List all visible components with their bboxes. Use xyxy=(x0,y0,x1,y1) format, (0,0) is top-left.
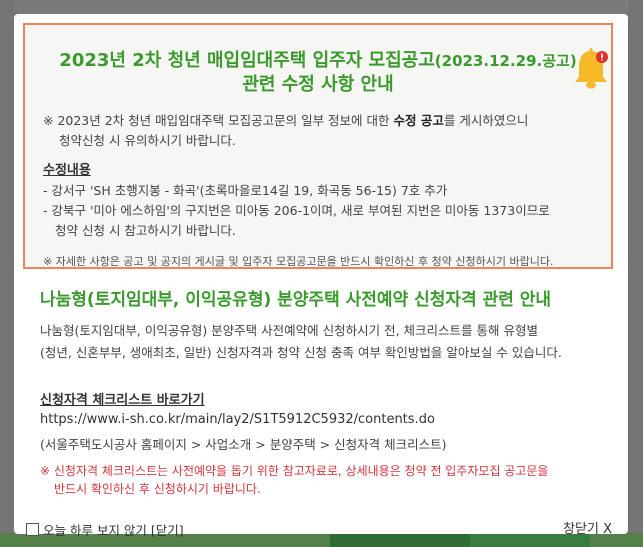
intro-prefix: ※ 2023년 2차 청년 매입임대주택 모집공고문의 일부 정보에 대한 xyxy=(43,113,394,128)
notice-intro-line2: 청약신청 시 유의하시기 바랍니다. xyxy=(59,133,236,148)
section-title: 수정내용 xyxy=(43,163,91,178)
sale-body-line: 나눔형(토지임대부, 이익공유형) 분양주택 사전예약에 신청하시기 전, 체크… xyxy=(40,323,538,338)
correction-notice-box: 2023년 2차 청년 매입임대주택 입주자 모집공고(2023.12.29.공… xyxy=(23,23,613,269)
warning-line: 반드시 확인하신 후 신청하시기 바랍니다. xyxy=(54,482,261,496)
notice-intro: ※ 2023년 2차 청년 매입임대주택 모집공고문의 일부 정보에 대한 수정… xyxy=(43,111,603,131)
background-right-edge xyxy=(629,0,643,547)
notice-title-sub: 관련 수정 사항 안내 xyxy=(242,74,394,95)
notice-item: 청약 신청 시 참고하시기 바랍니다. xyxy=(55,223,236,238)
background-button xyxy=(330,533,470,547)
popup-modal: 2023년 2차 청년 매입임대주택 입주자 모집공고(2023.12.29.공… xyxy=(14,14,628,538)
dont-show-label[interactable]: 오늘 하루 보지 않기 [닫기] xyxy=(43,520,184,539)
checklist-path: (서울주택도시공사 홈페이지 > 사업소개 > 분양주택 > 신청자격 체크리스… xyxy=(40,437,447,452)
bell-icon xyxy=(575,48,608,89)
sale-body: 나눔형(토지임대부, 이익공유형) 분양주택 사전예약에 신청하시기 전, 체크… xyxy=(40,320,610,364)
checklist-link-title[interactable]: 신청자격 체크리스트 바로가기 xyxy=(40,389,205,408)
checklist-url[interactable]: https://www.i-sh.co.kr/main/lay2/S1T5912… xyxy=(40,412,435,427)
intro-suffix: 를 게시하였으니 xyxy=(443,113,529,128)
close-window-button[interactable]: 창닫기 X xyxy=(563,518,612,537)
warning-line: ※ 신청자격 체크리스트는 사전예약을 돕기 위한 참고자료로, 상세내용은 청… xyxy=(40,464,549,478)
background-top-bar xyxy=(0,0,643,14)
notice-item: - 강서구 'SH 초행지봉 - 화곡'(초록마을로14길 19, 화곡동 56… xyxy=(43,183,448,198)
sale-body-line: (청년, 신혼부부, 생애최초, 일반) 신청자격과 청약 신청 충족 여부 확… xyxy=(40,345,562,360)
dont-show-checkbox[interactable] xyxy=(26,523,39,536)
background-left-edge xyxy=(0,0,14,547)
notice-item: - 강북구 '미아 에스하임'의 구지번은 미아동 206-1이며, 새로 부여… xyxy=(43,203,550,218)
notice-footnote: ※ 자세한 사항은 공고 및 공지의 게시글 및 입주자 모집공고문을 반드시 … xyxy=(43,255,554,268)
dont-show-today[interactable]: 오늘 하루 보지 않기 [닫기] xyxy=(26,520,184,539)
notice-title-main: 2023년 2차 청년 매입임대주택 입주자 모집공고 xyxy=(59,50,435,71)
notice-title: 2023년 2차 청년 매입임대주택 입주자 모집공고(2023.12.29.공… xyxy=(25,49,611,97)
warning-note: ※ 신청자격 체크리스트는 사전예약을 돕기 위한 참고자료로, 상세내용은 청… xyxy=(40,462,610,498)
sale-title: 나눔형(토지임대부, 이익공유형) 분양주택 사전예약 신청자격 관련 안내 xyxy=(40,290,552,310)
notice-title-date: (2023.12.29.공고) xyxy=(434,52,577,70)
notice-body: ※ 2023년 2차 청년 매입임대주택 모집공고문의 일부 정보에 대한 수정… xyxy=(43,111,603,241)
intro-bold: 수정 공고 xyxy=(393,113,444,128)
